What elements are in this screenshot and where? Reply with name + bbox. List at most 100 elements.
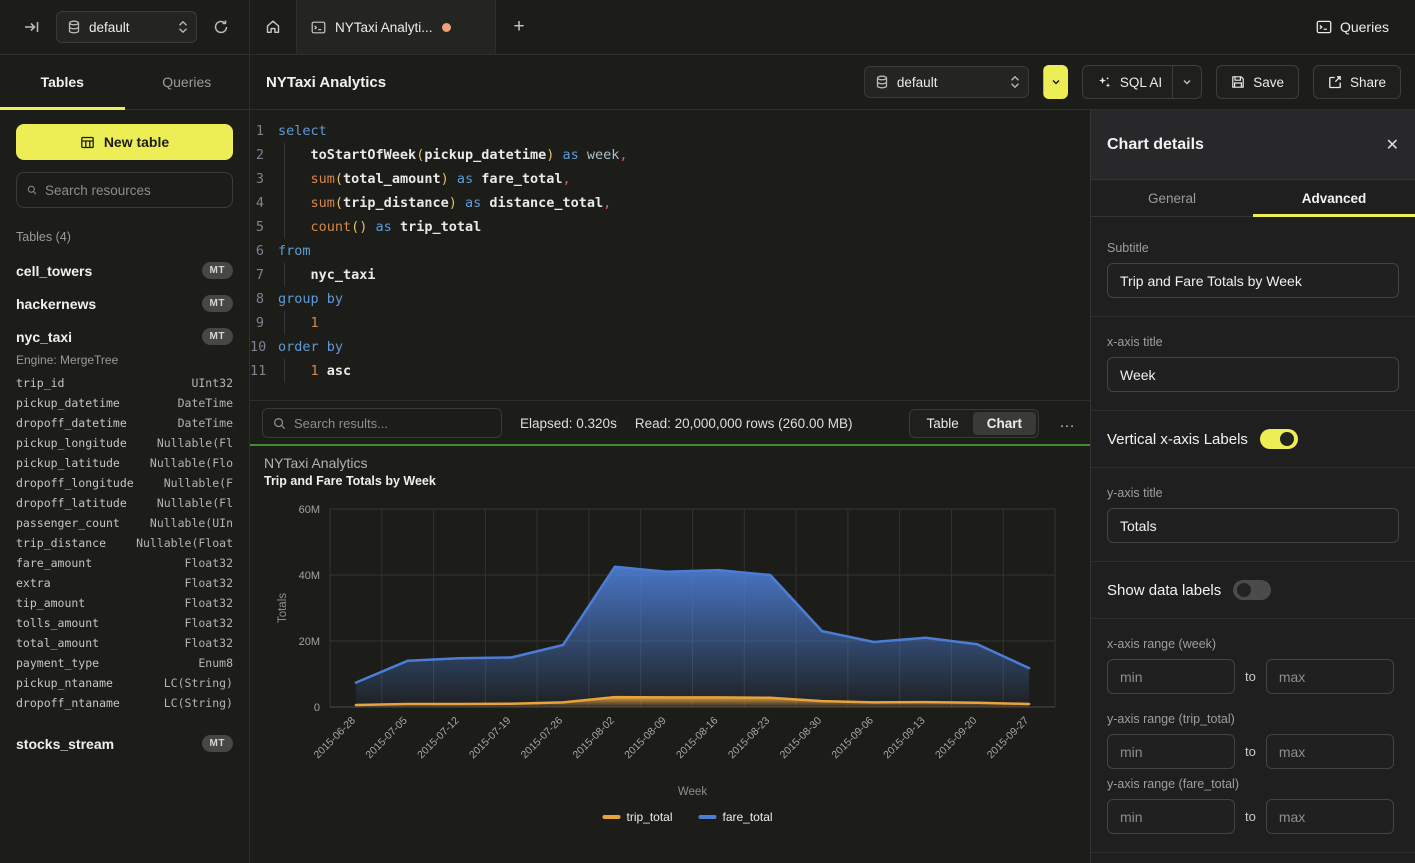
table-row-stocks-stream[interactable]: stocks_stream MT: [16, 727, 233, 760]
column-name: tolls_amount: [16, 613, 99, 633]
sql-editor[interactable]: 1select2 toStartOfWeek(pickup_datetime) …: [250, 110, 1090, 400]
column-row: passenger_countNullable(UIn: [16, 513, 233, 533]
code-line[interactable]: 3 sum(total_amount) as fare_total,: [250, 167, 1090, 191]
column-row: total_amountFloat32: [16, 633, 233, 653]
column-row: dropoff_longitudeNullable(F: [16, 473, 233, 493]
code-line[interactable]: 9 1: [250, 311, 1090, 335]
resource-search[interactable]: [16, 172, 233, 208]
tab-advanced[interactable]: Advanced: [1253, 180, 1415, 216]
code-line[interactable]: 2 toStartOfWeek(pickup_datetime) as week…: [250, 143, 1090, 167]
line-number: 4: [250, 191, 278, 215]
x-range-max-field[interactable]: [1266, 659, 1394, 694]
y-axis-title-field[interactable]: [1107, 508, 1399, 543]
panel-header: Chart details ✕: [1091, 110, 1415, 180]
tab-general[interactable]: General: [1091, 180, 1253, 216]
sidebar-tab-queries[interactable]: Queries: [125, 55, 250, 109]
column-name: tip_amount: [16, 593, 85, 613]
code-line[interactable]: 5 count() as trip_total: [250, 215, 1090, 239]
new-tab-button[interactable]: +: [496, 0, 542, 54]
refresh-button[interactable]: [207, 13, 235, 41]
column-type: DateTime: [178, 393, 233, 413]
code-line[interactable]: 8group by: [250, 287, 1090, 311]
sql-ai-dropdown-button[interactable]: [1172, 66, 1192, 98]
share-button[interactable]: Share: [1313, 65, 1401, 99]
svg-text:2015-08-16: 2015-08-16: [674, 715, 721, 762]
x-axis-title-field[interactable]: [1107, 357, 1399, 392]
range-to-label: to: [1245, 669, 1256, 684]
line-number: 1: [250, 119, 278, 143]
close-icon[interactable]: ✕: [1386, 135, 1399, 155]
column-name: pickup_latitude: [16, 453, 120, 473]
sql-ai-button[interactable]: SQL AI: [1082, 65, 1202, 99]
save-button[interactable]: Save: [1216, 65, 1299, 99]
column-row: pickup_latitudeNullable(Flo: [16, 453, 233, 473]
results-search-input[interactable]: [294, 416, 491, 431]
toolbar-database-selector[interactable]: default: [864, 66, 1029, 98]
code-line[interactable]: 1select: [250, 119, 1090, 143]
subtitle-field[interactable]: [1107, 263, 1399, 298]
queries-label: Queries: [1340, 19, 1389, 35]
resource-search-input[interactable]: [45, 183, 222, 198]
y-range-fare-max-field[interactable]: [1266, 799, 1394, 834]
new-table-button[interactable]: New table: [16, 124, 233, 160]
y-range-trip-min-field[interactable]: [1107, 734, 1235, 769]
svg-text:2015-07-26: 2015-07-26: [519, 715, 566, 762]
top-bar-left: default: [0, 0, 250, 54]
y-range-fare-min-field[interactable]: [1107, 799, 1235, 834]
column-type: Float32: [185, 553, 233, 573]
svg-text:2015-07-12: 2015-07-12: [415, 715, 462, 762]
chevron-updown-icon: [178, 20, 188, 34]
results-search[interactable]: [262, 408, 502, 438]
home-button[interactable]: [250, 0, 296, 54]
show-data-labels-label: Show data labels: [1107, 582, 1221, 599]
column-name: trip_distance: [16, 533, 106, 553]
run-dropdown-button[interactable]: [1043, 65, 1068, 99]
subtitle-label: Subtitle: [1107, 241, 1399, 255]
sidebar: Tables Queries New table Tables (4) cell…: [0, 55, 250, 863]
main-area: 1select2 toStartOfWeek(pickup_datetime) …: [250, 110, 1090, 863]
sidebar-tab-tables[interactable]: Tables: [0, 55, 125, 109]
code-line[interactable]: 7 nyc_taxi: [250, 263, 1090, 287]
range-to-label: to: [1245, 744, 1256, 759]
y-range-trip-max-field[interactable]: [1266, 734, 1394, 769]
results-toolbar: Elapsed: 0.320s Read: 20,000,000 rows (2…: [250, 400, 1090, 445]
table-row-hackernews[interactable]: hackernews MT: [16, 287, 233, 320]
svg-text:2015-08-30: 2015-08-30: [778, 715, 825, 762]
column-name: dropoff_datetime: [16, 413, 127, 433]
code-line[interactable]: 10order by: [250, 335, 1090, 359]
table-name: nyc_taxi: [16, 329, 202, 345]
column-type: Float32: [185, 593, 233, 613]
database-icon: [67, 20, 81, 34]
table-row-nyc-taxi[interactable]: nyc_taxi MT: [16, 320, 233, 353]
code-line[interactable]: 11 1 asc: [250, 359, 1090, 383]
chevron-updown-icon: [1010, 75, 1020, 89]
collapse-sidebar-button[interactable]: [18, 13, 46, 41]
show-data-labels-toggle[interactable]: [1233, 580, 1271, 600]
view-toggle-table[interactable]: Table: [912, 412, 972, 435]
run-button[interactable]: Run: [1043, 65, 1068, 99]
tab-nytaxi-analytics[interactable]: NYTaxi Analyti...: [296, 0, 496, 54]
top-database-selector[interactable]: default: [56, 11, 197, 43]
code-line[interactable]: 6from: [250, 239, 1090, 263]
column-type: Float32: [185, 573, 233, 593]
column-type: Nullable(UIn: [150, 513, 233, 533]
table-row-cell-towers[interactable]: cell_towers MT: [16, 254, 233, 287]
code-line[interactable]: 4 sum(trip_distance) as distance_total,: [250, 191, 1090, 215]
sparkles-icon: [1097, 75, 1112, 90]
range-to-label: to: [1245, 809, 1256, 824]
view-toggle-chart[interactable]: Chart: [973, 412, 1036, 435]
vertical-labels-row: Vertical x-axis Labels: [1107, 429, 1399, 449]
more-options-button[interactable]: …: [1057, 414, 1078, 432]
sidebar-tabs: Tables Queries: [0, 55, 249, 110]
x-range-min-field[interactable]: [1107, 659, 1235, 694]
view-toggle: Table Chart: [909, 409, 1039, 438]
top-bar: default NYTaxi Analyti... + Queries: [0, 0, 1415, 55]
toolbar-database-value: default: [897, 75, 1002, 90]
vertical-labels-toggle[interactable]: [1260, 429, 1298, 449]
queries-button[interactable]: Queries: [1316, 19, 1415, 35]
toggle-knob: [1280, 432, 1294, 446]
svg-text:60M: 60M: [299, 504, 320, 516]
svg-text:Week: Week: [678, 786, 707, 798]
app-root: default NYTaxi Analyti... + Queries NYTa: [0, 0, 1415, 863]
editor-toolbar: NYTaxi Analytics default Run SQL AI: [250, 55, 1415, 110]
